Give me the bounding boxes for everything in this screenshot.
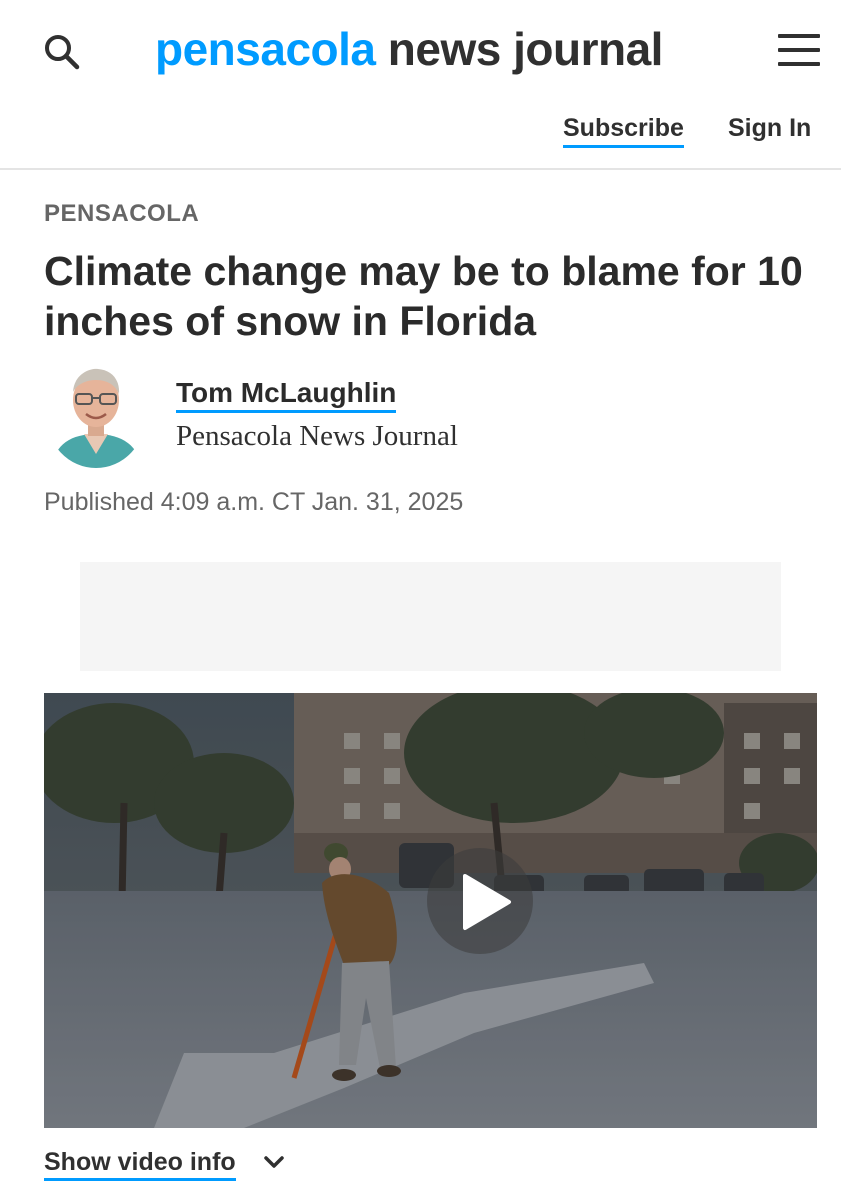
published-date: Published 4:09 a.m. CT Jan. 31, 2025	[44, 488, 464, 516]
author-name[interactable]: Tom McLaughlin	[176, 377, 397, 413]
play-icon	[463, 874, 511, 930]
menu-button[interactable]	[778, 32, 822, 68]
section-label[interactable]: PENSACOLA	[44, 200, 199, 228]
chevron-down-icon	[264, 1156, 284, 1168]
search-icon	[45, 35, 80, 70]
subscribe-link[interactable]: Subscribe	[563, 114, 684, 148]
logo-text-rest: news journal	[375, 23, 664, 75]
show-video-info-label: Show video info	[44, 1148, 236, 1181]
sign-in-link[interactable]: Sign In	[728, 114, 811, 143]
author-avatar[interactable]	[46, 362, 146, 468]
article-headline: Climate change may be to blame for 10 in…	[44, 248, 803, 344]
play-button[interactable]	[427, 848, 533, 954]
ad-placeholder	[80, 562, 781, 671]
video-player[interactable]	[44, 693, 817, 1128]
site-header: pensacola news journal Subscribe Sign In	[0, 0, 841, 170]
search-button[interactable]	[40, 30, 84, 74]
site-logo[interactable]: pensacola news journal	[155, 22, 663, 76]
show-video-info-button[interactable]: Show video info	[44, 1148, 284, 1184]
author-organization: Pensacola News Journal	[176, 420, 458, 452]
logo-text-main: pensacola	[155, 23, 376, 75]
